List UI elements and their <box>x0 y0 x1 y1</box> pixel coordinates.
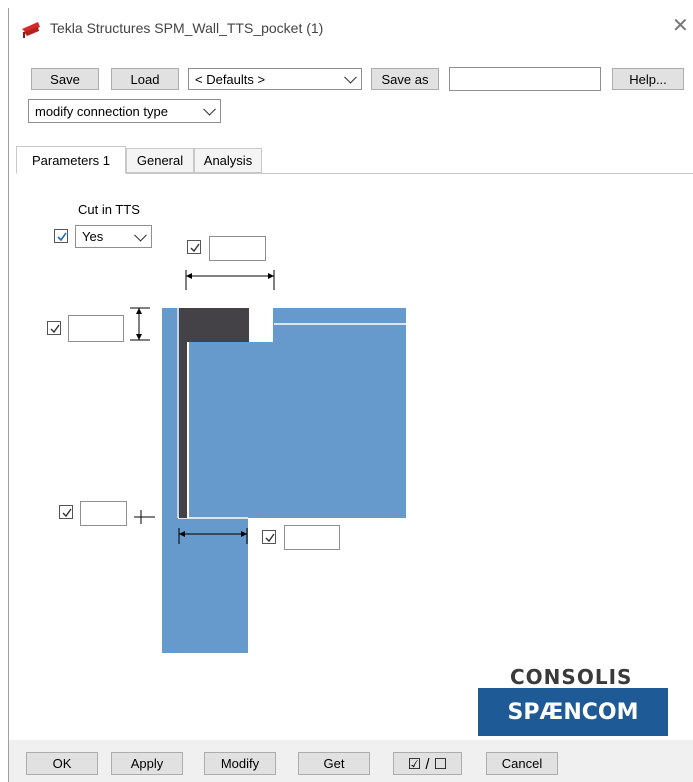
spaencom-logo: SPÆNCOM <box>478 688 668 736</box>
pocket-cut <box>179 308 249 342</box>
cancel-button[interactable]: Cancel <box>486 752 558 775</box>
pocket-opening <box>249 308 273 342</box>
modify-button[interactable]: Modify <box>204 752 276 775</box>
ok-button[interactable]: OK <box>26 752 98 775</box>
consolis-logo: CONSOLIS <box>510 665 633 689</box>
pocket-cut-vertical <box>179 308 187 518</box>
apply-button[interactable]: Apply <box>111 752 183 775</box>
get-button[interactable]: Get <box>298 752 370 775</box>
toggle-all-button[interactable]: ☑ / ☐ <box>393 752 462 775</box>
